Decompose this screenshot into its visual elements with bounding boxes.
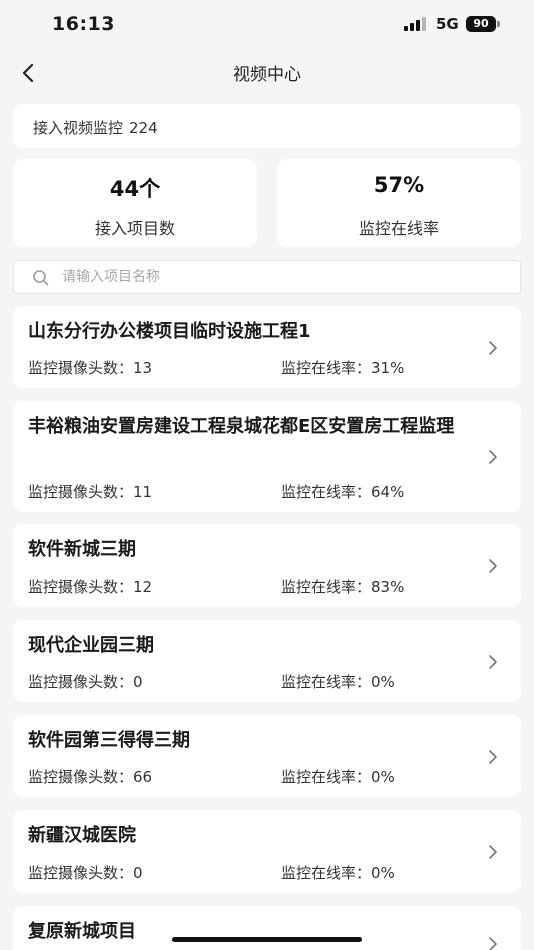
battery-tip bbox=[497, 21, 500, 27]
project-card[interactable]: 软件园第三得得三期 监控摄像头数：66 监控在线率：0% bbox=[13, 715, 521, 797]
summary-card: 接入视频监控 224 bbox=[13, 104, 521, 148]
camera-count-label: 监控摄像头数： bbox=[28, 359, 134, 377]
project-name: 现代企业园三期 bbox=[28, 635, 154, 656]
chevron-right-icon bbox=[489, 559, 497, 573]
online-rate: 监控在线率：0% bbox=[281, 766, 395, 787]
online-rate-value: 83% bbox=[371, 578, 405, 596]
home-indicator bbox=[172, 937, 362, 942]
online-rate-value: 31% bbox=[371, 359, 405, 377]
chevron-right-icon bbox=[489, 655, 497, 669]
project-name: 软件新城三期 bbox=[28, 539, 136, 560]
online-rate-label: 监控在线率： bbox=[281, 768, 372, 786]
signal-icon bbox=[404, 17, 428, 31]
camera-count-value: 66 bbox=[133, 768, 153, 786]
camera-count-label: 监控摄像头数： bbox=[28, 483, 134, 501]
chevron-right-icon bbox=[489, 450, 497, 464]
search-icon bbox=[33, 270, 49, 286]
stat-label: 接入项目数 bbox=[94, 219, 175, 238]
camera-count-label: 监控摄像头数： bbox=[28, 673, 134, 691]
project-name: 丰裕粮油安置房建设工程泉城花都E区安置房工程监理 bbox=[28, 416, 455, 437]
stat-value: 44个 bbox=[109, 177, 161, 201]
camera-count-value: 0 bbox=[133, 673, 143, 691]
summary-count: 224 bbox=[129, 119, 158, 137]
online-rate-label: 监控在线率： bbox=[281, 864, 372, 882]
camera-count: 监控摄像头数：66 bbox=[28, 766, 152, 787]
status-time: 16:13 bbox=[52, 13, 115, 35]
chevron-right-icon bbox=[489, 750, 497, 764]
summary-text: 接入视频监控 224 bbox=[33, 117, 158, 138]
network-type: 5G bbox=[436, 15, 459, 33]
camera-count-value: 13 bbox=[133, 359, 153, 377]
camera-count-label: 监控摄像头数： bbox=[28, 578, 134, 596]
camera-count: 监控摄像头数：11 bbox=[28, 481, 152, 502]
online-rate: 监控在线率：0% bbox=[281, 862, 395, 883]
camera-count: 监控摄像头数：0 bbox=[28, 671, 143, 692]
camera-count: 监控摄像头数：12 bbox=[28, 576, 152, 597]
chevron-right-icon bbox=[489, 937, 497, 950]
chevron-right-icon bbox=[489, 341, 497, 355]
camera-count: 监控摄像头数：13 bbox=[28, 357, 152, 378]
search-box bbox=[13, 260, 521, 294]
stat-label: 监控在线率 bbox=[358, 219, 439, 238]
online-rate: 监控在线率：31% bbox=[281, 357, 404, 378]
online-rate-label: 监控在线率： bbox=[281, 359, 372, 377]
online-rate-label: 监控在线率： bbox=[281, 483, 372, 501]
summary-label: 接入视频监控 bbox=[33, 119, 124, 137]
camera-count-value: 0 bbox=[133, 864, 143, 882]
battery-level: 90 bbox=[473, 17, 489, 30]
online-rate-value: 0% bbox=[371, 864, 395, 882]
stat-card-projects: 44个 接入项目数 bbox=[13, 159, 257, 247]
online-rate-label: 监控在线率： bbox=[281, 578, 372, 596]
online-rate-value: 0% bbox=[371, 673, 395, 691]
online-rate: 监控在线率：0% bbox=[281, 671, 395, 692]
battery-icon: 90 bbox=[466, 16, 496, 32]
project-name: 软件园第三得得三期 bbox=[28, 730, 190, 751]
online-rate: 监控在线率：64% bbox=[281, 481, 404, 502]
chevron-right-icon bbox=[489, 845, 497, 859]
project-name: 山东分行办公楼项目临时设施工程1 bbox=[28, 321, 311, 342]
video-center-screen: 16:13 5G 90 视频中心 接入视频监控 224 44个 接入项目数 57%… bbox=[0, 0, 534, 950]
camera-count-value: 11 bbox=[133, 483, 153, 501]
online-rate-value: 0% bbox=[371, 768, 395, 786]
camera-count-value: 12 bbox=[133, 578, 153, 596]
project-card[interactable]: 现代企业园三期 监控摄像头数：0 监控在线率：0% bbox=[13, 620, 521, 702]
page-title: 视频中心 bbox=[233, 65, 301, 85]
camera-count: 监控摄像头数：0 bbox=[28, 862, 143, 883]
search-input[interactable] bbox=[62, 261, 502, 293]
camera-count-label: 监控摄像头数： bbox=[28, 768, 134, 786]
stat-card-online-rate: 57% 监控在线率 bbox=[277, 159, 521, 247]
project-card[interactable]: 山东分行办公楼项目临时设施工程1 监控摄像头数：13 监控在线率：31% bbox=[13, 306, 521, 388]
project-card[interactable]: 复原新城项目 bbox=[13, 906, 521, 950]
stat-value: 57% bbox=[373, 173, 425, 197]
camera-count-label: 监控摄像头数： bbox=[28, 864, 134, 882]
project-name: 新疆汉城医院 bbox=[28, 825, 136, 846]
project-card[interactable]: 新疆汉城医院 监控摄像头数：0 监控在线率：0% bbox=[13, 810, 521, 893]
online-rate-label: 监控在线率： bbox=[281, 673, 372, 691]
nav-bar: 视频中心 bbox=[0, 50, 534, 94]
status-bar: 16:13 5G 90 bbox=[0, 0, 534, 50]
online-rate: 监控在线率：83% bbox=[281, 576, 404, 597]
online-rate-value: 64% bbox=[371, 483, 405, 501]
project-card[interactable]: 丰裕粮油安置房建设工程泉城花都E区安置房工程监理 监控摄像头数：11 监控在线率… bbox=[13, 401, 521, 512]
project-card[interactable]: 软件新城三期 监控摄像头数：12 监控在线率：83% bbox=[13, 524, 521, 607]
